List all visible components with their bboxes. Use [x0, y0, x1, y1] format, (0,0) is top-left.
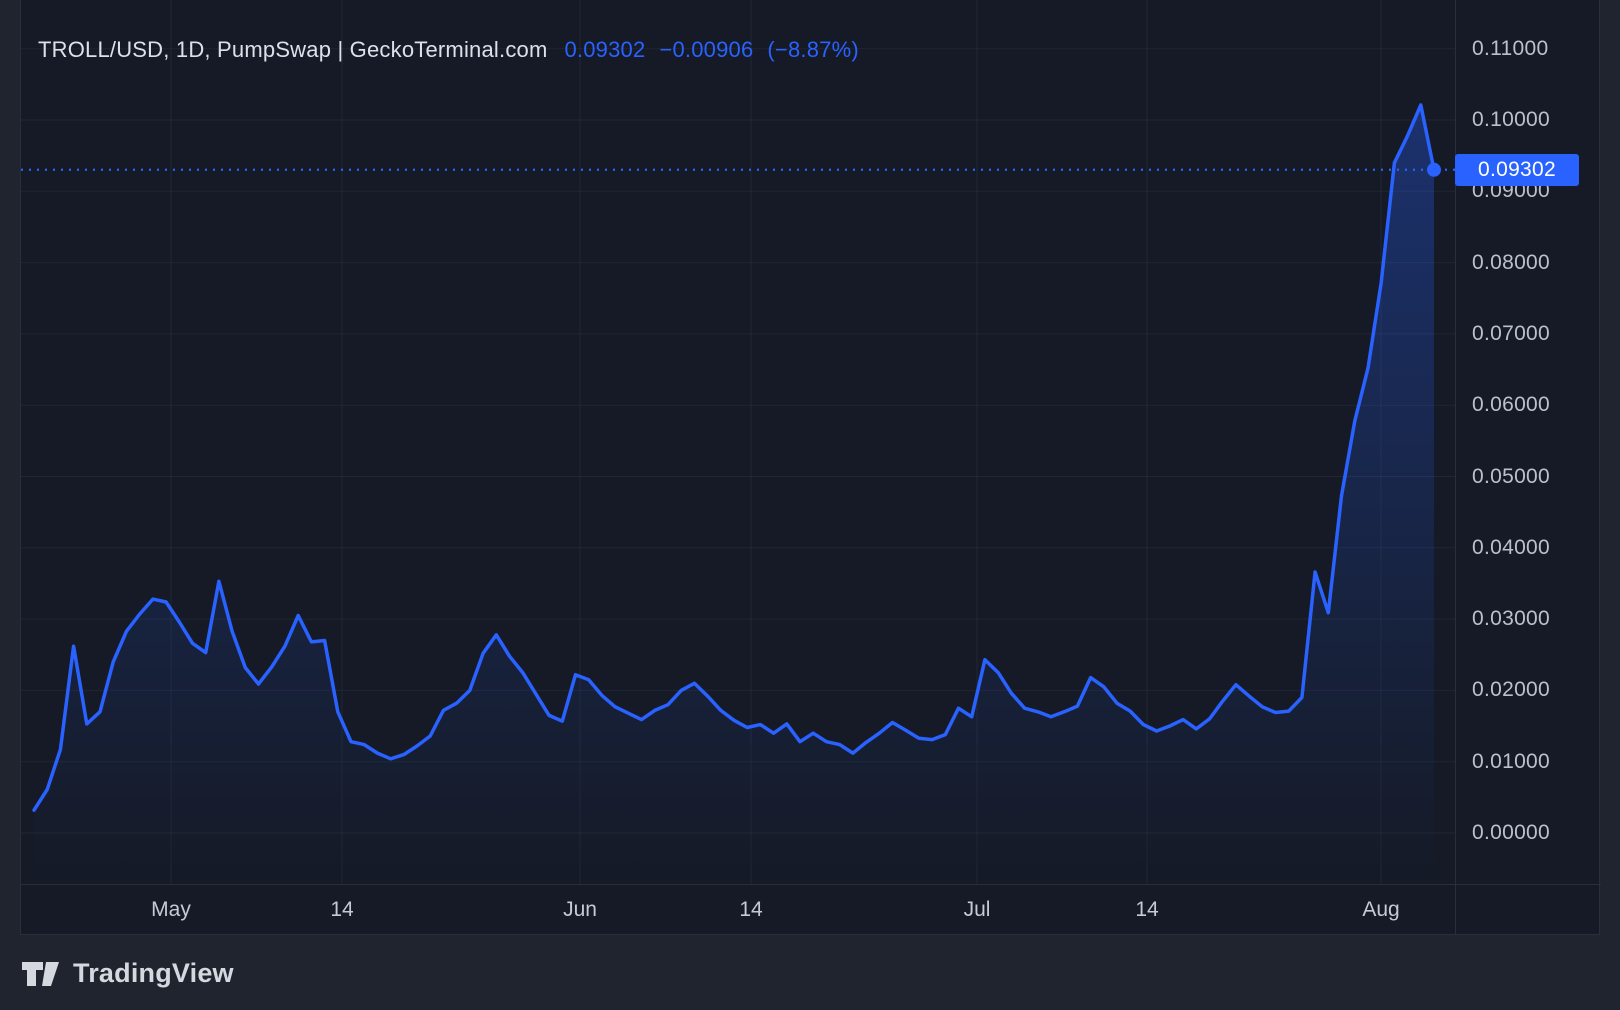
legend-last-price: 0.09302: [564, 37, 645, 63]
chart-legend: TROLL/USD, 1D, PumpSwap | GeckoTerminal.…: [38, 37, 859, 63]
time-tick-label: Aug: [1362, 898, 1399, 922]
chart-pane[interactable]: [21, 0, 1455, 884]
price-tick-label: 0.07000: [1472, 322, 1550, 346]
tradingview-attribution[interactable]: TradingView: [22, 958, 234, 989]
last-point-marker: [1427, 163, 1441, 177]
time-axis[interactable]: May 14 Jun 14 Jul 14 Aug: [21, 885, 1601, 935]
time-tick-label: Jul: [964, 898, 991, 922]
price-tick-label: 0.05000: [1472, 465, 1550, 489]
price-tick-label: 0.01000: [1472, 750, 1550, 774]
price-tick-label: 0.00000: [1472, 821, 1550, 845]
price-change-group: 0.09302 −0.00906 (−8.87%): [564, 37, 858, 63]
time-tick-label: 14: [330, 898, 353, 922]
price-tick-label: 0.04000: [1472, 536, 1550, 560]
price-axis[interactable]: 0.09302 0.110000.100000.090000.080000.07…: [1456, 0, 1601, 884]
page: TROLL/USD, 1D, PumpSwap | GeckoTerminal.…: [0, 0, 1620, 1010]
price-tick-label: 0.08000: [1472, 251, 1550, 275]
price-line-chart: [21, 0, 1455, 884]
price-area-fill: [34, 105, 1434, 884]
time-tick-label: May: [151, 898, 191, 922]
legend-change-pct: (−8.87%): [767, 37, 858, 63]
time-tick-label: 14: [739, 898, 762, 922]
chart-widget: TROLL/USD, 1D, PumpSwap | GeckoTerminal.…: [20, 0, 1600, 935]
symbol-title[interactable]: TROLL/USD, 1D, PumpSwap | GeckoTerminal.…: [38, 37, 547, 63]
last-price-badge: 0.09302: [1455, 154, 1579, 186]
price-tick-label: 0.06000: [1472, 393, 1550, 417]
time-tick-label: 14: [1135, 898, 1158, 922]
price-tick-label: 0.10000: [1472, 108, 1550, 132]
price-tick-label: 0.11000: [1472, 37, 1548, 61]
price-tick-label: 0.02000: [1472, 678, 1550, 702]
price-tick-label: 0.03000: [1472, 607, 1550, 631]
time-tick-label: Jun: [563, 898, 597, 922]
tradingview-logo-icon: [22, 961, 60, 987]
legend-change-abs: −0.00906: [659, 37, 753, 63]
tradingview-logo-text: TradingView: [73, 958, 234, 989]
